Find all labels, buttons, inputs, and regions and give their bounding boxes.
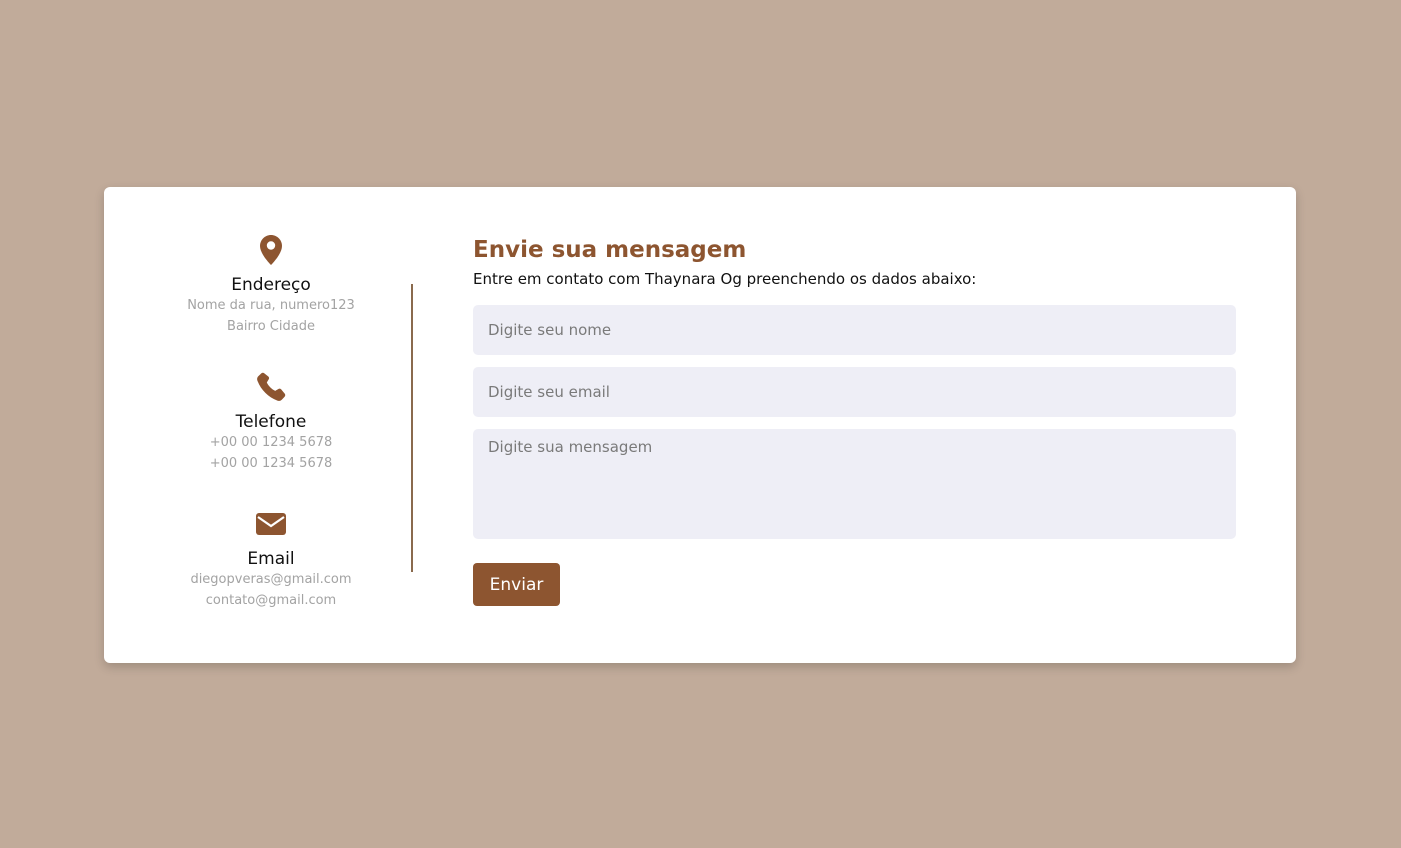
- column-divider: [411, 284, 413, 572]
- phone-block: Telefone +00 00 1234 5678 +00 00 1234 56…: [136, 371, 406, 474]
- form-subtitle: Entre em contato com Thaynara Og preench…: [473, 270, 977, 288]
- form-title: Envie sua mensagem: [473, 237, 747, 263]
- address-line-2: Bairro Cidade: [227, 319, 315, 334]
- envelope-icon: [136, 508, 406, 542]
- phone-line-1: +00 00 1234 5678: [209, 435, 333, 450]
- address-line-1: Nome da rua, numero123: [187, 298, 355, 313]
- email-block: Email diegopveras@gmail.com contato@gmai…: [136, 508, 406, 611]
- address-title: Endereço: [231, 275, 311, 295]
- email-line-1: diegopveras@gmail.com: [190, 572, 352, 587]
- email-input[interactable]: [473, 367, 1236, 417]
- name-input[interactable]: [473, 305, 1236, 355]
- phone-icon: [136, 371, 406, 405]
- map-pin-icon: [136, 234, 406, 268]
- send-button[interactable]: Enviar: [473, 563, 560, 606]
- message-textarea[interactable]: [473, 429, 1236, 539]
- email-title: Email: [247, 549, 295, 569]
- address-block: Endereço Nome da rua, numero123 Bairro C…: [136, 234, 406, 337]
- phone-line-2: +00 00 1234 5678: [209, 456, 333, 471]
- email-line-2: contato@gmail.com: [205, 593, 337, 608]
- phone-title: Telefone: [235, 412, 307, 432]
- contact-card: Endereço Nome da rua, numero123 Bairro C…: [104, 187, 1296, 663]
